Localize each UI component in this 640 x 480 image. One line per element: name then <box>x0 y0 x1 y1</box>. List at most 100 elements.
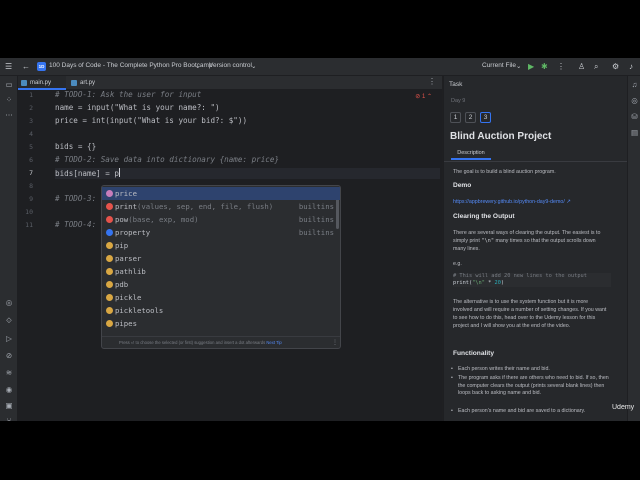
notifications-bell-icon[interactable]: ♪ <box>629 62 633 71</box>
suggestion-item[interactable]: pdb <box>102 278 340 291</box>
tab-main-py[interactable]: main.py <box>18 76 66 90</box>
popup-options-icon[interactable]: ⋮ <box>332 337 338 348</box>
debug-icon[interactable]: ✱ <box>541 62 548 71</box>
run-config-selector[interactable]: Current File <box>482 62 516 69</box>
step-button-2[interactable]: 2 <box>465 112 476 123</box>
left-tool-strip: ▭ ⁘ ⋯ ◎ ⟐ ▷ ⊘ ≋ ◉ ▣ ⑂ <box>0 76 18 421</box>
run-icon[interactable]: ▶ <box>528 62 534 71</box>
popup-footer: Press ⏎ to choose the selected (or first… <box>102 336 340 348</box>
code-line[interactable]: # TODO-2: Save data into dictionary {nam… <box>55 155 279 165</box>
popup-hint: Press ⏎ to choose the selected (or first… <box>119 340 266 345</box>
suggestion-item[interactable]: print (values, sep, end, file, flush) buil… <box>102 200 340 213</box>
more-tools-icon[interactable]: ⋯ <box>4 110 14 120</box>
settings-gear-icon[interactable]: ⚙ <box>612 62 619 71</box>
line-number: 1 <box>29 91 33 99</box>
suggestion-item[interactable]: pickletools <box>102 304 340 317</box>
layers-icon[interactable]: ≋ <box>4 368 14 378</box>
plugins-icon[interactable]: ⁘ <box>4 95 14 105</box>
package-icon <box>106 255 113 262</box>
package-icon <box>106 268 113 275</box>
tab-description[interactable]: Description <box>451 146 491 160</box>
breadcrumb[interactable]: Day 9 <box>451 98 465 104</box>
package-icon <box>106 307 113 314</box>
alternative-text: The alternative is to use the system fun… <box>453 299 607 329</box>
suggestion-name: property <box>115 228 151 237</box>
code-line[interactable]: # TODO-3: <box>55 194 96 204</box>
services-icon[interactable]: ⊘ <box>4 351 14 361</box>
python-file-icon <box>71 80 77 86</box>
ai-assistant-icon[interactable]: ◎ <box>630 96 639 105</box>
notifications-icon[interactable]: ♫ <box>630 80 639 89</box>
code-line[interactable]: bids = {} <box>55 142 96 152</box>
version-control-icon[interactable]: ⑂ <box>4 416 14 421</box>
user-icon[interactable]: ♙ <box>578 62 585 71</box>
divider <box>444 161 627 162</box>
line-number: 5 <box>29 143 33 151</box>
suggestion-name: parser <box>115 254 142 263</box>
vcs-widget[interactable]: Version control <box>209 62 252 69</box>
suggestion-name: pathlib <box>115 267 146 276</box>
right-tool-strip: ♫ ◎ ⛁ ▤ <box>627 76 640 421</box>
function-icon <box>106 203 113 210</box>
project-folder-icon[interactable]: ▭ <box>4 80 14 90</box>
list-item: Each person writes their name and bid. <box>451 366 610 374</box>
learn-icon[interactable]: ◎ <box>4 298 14 308</box>
run-config-chevron-icon[interactable]: ⌄ <box>516 62 521 70</box>
suggestion-item[interactable]: price <box>102 187 340 200</box>
vcs-chevron-icon[interactable]: ⌄ <box>251 62 256 70</box>
next-tip-link[interactable]: Next Tip <box>266 340 281 345</box>
project-badge[interactable]: 1D <box>37 62 46 71</box>
suggestion-item[interactable]: pip <box>102 239 340 252</box>
suggestion-origin: builtins <box>298 202 334 211</box>
package-icon <box>106 281 113 288</box>
step-button-3[interactable]: 3 <box>480 112 491 123</box>
suggestion-item[interactable]: pow (base, exp, mod) builtins <box>102 213 340 226</box>
suggestion-item[interactable]: pickle <box>102 291 340 304</box>
suggestion-name: pdb <box>115 280 129 289</box>
python-file-icon <box>21 80 27 86</box>
run-tool-icon[interactable]: ▷ <box>4 334 14 344</box>
more-actions-icon[interactable]: ⋮ <box>557 62 565 71</box>
suggestion-name: pipes <box>115 319 137 328</box>
suggestion-name: price <box>115 189 137 198</box>
title-bar: ☰ ← 1D 100 Days of Code - The Complete P… <box>0 58 640 76</box>
function-icon <box>106 216 113 223</box>
code-line[interactable]: # TODO-1: Ask the user for input <box>55 90 201 100</box>
autocomplete-popup: Press ⏎ to choose the selected (or first… <box>101 185 341 349</box>
current-code-line[interactable]: bids[name] = p <box>55 168 440 179</box>
class-icon <box>106 229 113 236</box>
code-line[interactable]: name = input("What is your name?: ") <box>55 103 220 113</box>
back-arrow-icon[interactable]: ← <box>22 62 30 71</box>
intro-text: The goal is to build a blind auction pro… <box>453 169 556 175</box>
step-button-1[interactable]: 1 <box>450 112 461 123</box>
line-number: 2 <box>29 104 33 112</box>
demo-heading: Demo <box>453 182 472 189</box>
line-number: 9 <box>29 195 33 203</box>
tab-options-icon[interactable]: ⋮ <box>428 77 436 86</box>
tab-art-py[interactable]: art.py <box>68 76 112 90</box>
line-number: 11 <box>25 221 33 229</box>
suggestion-item[interactable]: property builtins <box>102 226 340 239</box>
code-line[interactable]: price = int(input("What is your bid?: $"… <box>55 116 247 126</box>
project-name[interactable]: 100 Days of Code - The Complete Python P… <box>49 62 213 69</box>
line-number: 3 <box>29 117 33 125</box>
suggestion-item[interactable]: pipes <box>102 317 340 330</box>
terminal-icon[interactable]: ▣ <box>4 401 14 411</box>
python-packages-icon[interactable]: ⟐ <box>4 316 14 326</box>
inspection-widget[interactable]: ⊘ 1 ⌃ <box>415 93 432 100</box>
search-icon[interactable]: ⌕ <box>594 62 598 71</box>
main-menu-icon[interactable]: ☰ <box>5 62 12 71</box>
suggestion-name: pickle <box>115 293 142 302</box>
project-chevron-icon[interactable]: ⌄ <box>195 62 200 70</box>
database-icon[interactable]: ⛁ <box>630 112 639 121</box>
demo-link[interactable]: https://appbrewery.github.io/python-day9… <box>453 198 609 206</box>
problems-icon[interactable]: ◉ <box>4 385 14 395</box>
line-number: 10 <box>25 208 33 216</box>
suggestion-signature: (base, exp, mod) <box>128 215 199 224</box>
suggestion-item[interactable]: parser <box>102 252 340 265</box>
task-book-icon[interactable]: ▤ <box>630 128 639 137</box>
list-item: The program asks if there are others who… <box>451 375 610 398</box>
suggestion-item[interactable]: pathlib <box>102 265 340 278</box>
clear-output-text: There are several ways of clearing the o… <box>453 230 601 252</box>
code-line[interactable]: # TODO-4: <box>55 220 96 230</box>
